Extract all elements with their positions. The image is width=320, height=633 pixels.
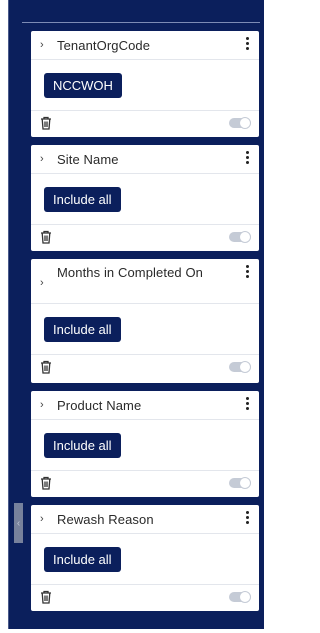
panel-divider (22, 22, 260, 23)
filter-card-footer (31, 585, 259, 609)
filter-value-chip[interactable]: Include all (44, 187, 121, 212)
filter-card-header[interactable]: › Rewash Reason (31, 505, 259, 534)
chevron-right-icon[interactable]: › (40, 153, 44, 165)
chevron-right-icon[interactable]: › (40, 513, 44, 525)
filter-value-chip[interactable]: Include all (44, 317, 121, 342)
kebab-menu-icon[interactable] (245, 37, 249, 50)
filter-card-header[interactable]: › Site Name (31, 145, 259, 174)
filter-value-chip[interactable]: NCCWOH (44, 73, 122, 98)
filter-card-rewash-reason: › Rewash Reason Include all (31, 505, 259, 611)
filter-card-footer (31, 111, 259, 135)
filter-card-months-in-completed-on: › Months in Completed On Include all (31, 259, 259, 383)
filter-title: Rewash Reason (57, 512, 154, 527)
filter-card-tenantorgcode: › TenantOrgCode NCCWOH (31, 31, 259, 137)
filter-title: Site Name (57, 152, 119, 167)
filter-card-body: Include all (31, 304, 259, 355)
filter-card-body: Include all (31, 174, 259, 225)
trash-icon[interactable] (40, 360, 52, 374)
chevron-left-icon: ‹ (16, 517, 21, 529)
filter-enable-toggle[interactable] (229, 361, 251, 373)
filter-title: Months in Completed On (57, 265, 203, 280)
chevron-right-icon[interactable]: › (40, 277, 44, 289)
filter-enable-toggle[interactable] (229, 477, 251, 489)
filter-card-header[interactable]: › TenantOrgCode (31, 31, 259, 60)
filter-title: Product Name (57, 398, 142, 413)
filter-card-footer (31, 471, 259, 495)
kebab-menu-icon[interactable] (245, 265, 249, 278)
filter-card-body: NCCWOH (31, 60, 259, 111)
chevron-right-icon[interactable]: › (40, 39, 44, 51)
filter-card-footer (31, 225, 259, 249)
filter-enable-toggle[interactable] (229, 231, 251, 243)
trash-icon[interactable] (40, 590, 52, 604)
filter-enable-toggle[interactable] (229, 591, 251, 603)
filter-card-body: Include all (31, 534, 259, 585)
trash-icon[interactable] (40, 476, 52, 490)
filter-card-header[interactable]: › Product Name (31, 391, 259, 420)
filter-enable-toggle[interactable] (229, 117, 251, 129)
trash-icon[interactable] (40, 116, 52, 130)
filter-card-footer (31, 355, 259, 379)
trash-icon[interactable] (40, 230, 52, 244)
kebab-menu-icon[interactable] (245, 511, 249, 524)
filter-card-body: Include all (31, 420, 259, 471)
filter-card-header[interactable]: › Months in Completed On (31, 259, 259, 304)
filter-value-chip[interactable]: Include all (44, 547, 121, 572)
filter-value-chip[interactable]: Include all (44, 433, 121, 458)
chevron-right-icon[interactable]: › (40, 399, 44, 411)
kebab-menu-icon[interactable] (245, 151, 249, 164)
kebab-menu-icon[interactable] (245, 397, 249, 410)
filter-card-product-name: › Product Name Include all (31, 391, 259, 497)
panel-collapse-handle[interactable]: ‹ (14, 503, 23, 543)
filter-card-site-name: › Site Name Include all (31, 145, 259, 251)
filter-title: TenantOrgCode (57, 38, 151, 53)
